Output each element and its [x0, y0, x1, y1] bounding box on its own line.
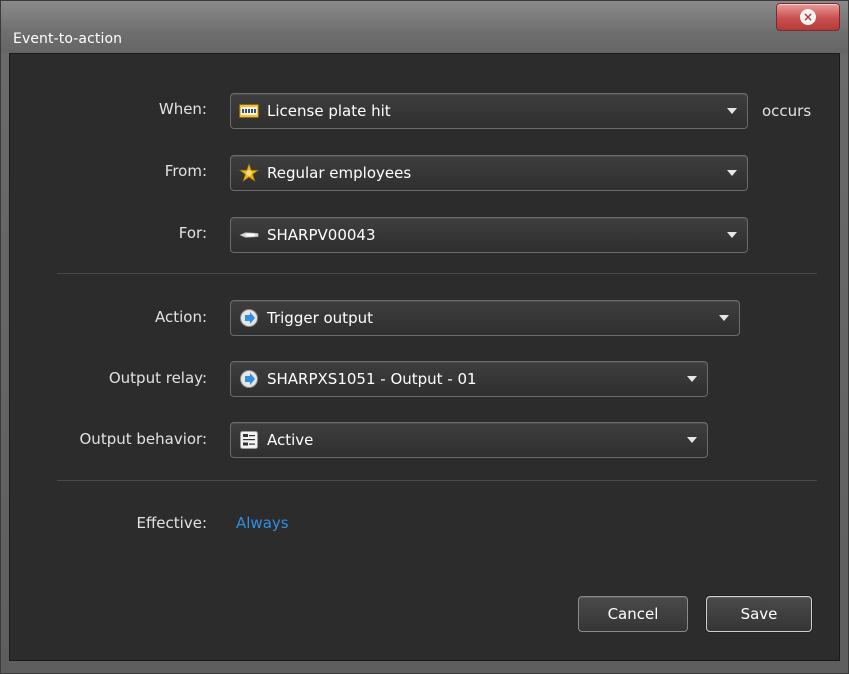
camera-icon	[239, 225, 259, 245]
dialog-body: When: License plate hit occurs From: Reg…	[9, 53, 840, 661]
save-button[interactable]: Save	[706, 596, 812, 632]
chevron-down-icon	[687, 376, 697, 382]
action-dropdown[interactable]: Trigger output	[230, 300, 740, 336]
chevron-down-icon	[687, 437, 697, 443]
event-to-action-dialog: Event-to-action × When: License plate hi…	[0, 0, 849, 674]
window-title: Event-to-action	[13, 31, 123, 47]
output-relay-label: Output relay:	[108, 369, 207, 387]
output-arrow-icon	[239, 308, 259, 328]
chevron-down-icon	[719, 315, 729, 321]
output-relay-value: SHARPXS1051 - Output - 01	[267, 370, 477, 388]
occurs-label: occurs	[762, 102, 812, 120]
when-dropdown[interactable]: License plate hit	[230, 93, 748, 129]
chevron-down-icon	[727, 170, 737, 176]
when-label: When:	[158, 100, 207, 118]
for-label: For:	[178, 224, 207, 242]
from-value: Regular employees	[267, 164, 412, 182]
output-behavior-label: Output behavior:	[79, 430, 208, 448]
section-divider	[57, 480, 817, 481]
action-value: Trigger output	[267, 309, 373, 327]
close-button[interactable]: ×	[776, 3, 840, 31]
cancel-button[interactable]: Cancel	[578, 596, 688, 632]
for-dropdown[interactable]: SHARPV00043	[230, 217, 748, 253]
close-icon: ×	[800, 9, 816, 25]
output-behavior-value: Active	[267, 431, 314, 449]
output-relay-dropdown[interactable]: SHARPXS1051 - Output - 01	[230, 361, 708, 397]
effective-schedule-link[interactable]: Always	[236, 514, 289, 532]
chevron-down-icon	[727, 232, 737, 238]
chevron-down-icon	[727, 108, 737, 114]
output-arrow-icon	[239, 369, 259, 389]
for-value: SHARPV00043	[267, 226, 376, 244]
section-divider	[57, 273, 817, 274]
output-behavior-dropdown[interactable]: Active	[230, 422, 708, 458]
effective-label: Effective:	[136, 514, 208, 532]
behavior-icon	[239, 430, 259, 450]
license-plate-icon	[239, 101, 259, 121]
star-badge-icon	[239, 162, 259, 183]
from-dropdown[interactable]: Regular employees	[230, 155, 748, 191]
when-value: License plate hit	[267, 102, 391, 120]
from-label: From:	[164, 162, 207, 180]
action-label: Action:	[154, 308, 207, 326]
title-bar[interactable]: Event-to-action ×	[1, 1, 848, 53]
